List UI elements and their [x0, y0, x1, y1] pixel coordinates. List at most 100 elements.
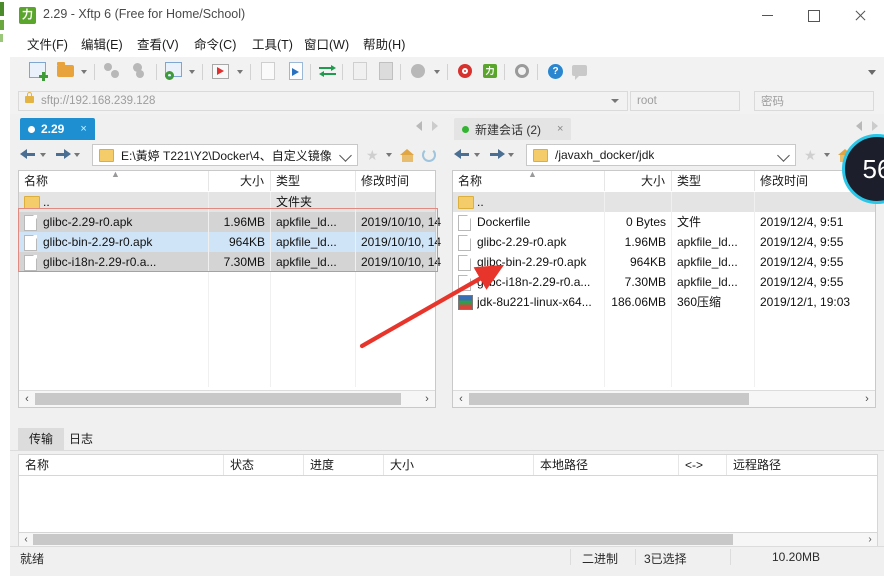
- table-row[interactable]: jdk-8u221-linux-x64... 186.06MB 360压缩 20…: [453, 292, 875, 312]
- table-row[interactable]: ..: [453, 192, 875, 212]
- local-back-dropdown-icon[interactable]: [40, 153, 46, 157]
- close-button[interactable]: [837, 0, 883, 31]
- remote-hscroll-thumb[interactable]: [469, 393, 749, 405]
- remote-forward-dropdown-icon[interactable]: [508, 153, 514, 157]
- transfer-col-localpath[interactable]: 本地路径: [534, 455, 679, 475]
- local-home-icon[interactable]: [400, 149, 415, 162]
- host-dropdown-icon[interactable]: [611, 99, 619, 103]
- transfer-hscroll-thumb[interactable]: [33, 534, 733, 545]
- xftp-icon[interactable]: 力: [480, 61, 502, 83]
- local-col-modified[interactable]: 修改时间: [356, 171, 435, 191]
- new-file-icon[interactable]: [258, 61, 280, 83]
- tab-scroll-left-icon[interactable]: [856, 121, 862, 131]
- new-session-icon[interactable]: [28, 61, 50, 83]
- remote-back-dropdown-icon[interactable]: [474, 153, 480, 157]
- local-bookmark-icon[interactable]: ★: [366, 148, 380, 162]
- transfer-col-status[interactable]: 状态: [224, 455, 304, 475]
- local-hscroll-thumb[interactable]: [35, 393, 401, 405]
- scroll-right-icon[interactable]: ›: [864, 534, 876, 545]
- local-col-type[interactable]: 类型: [271, 171, 356, 191]
- menu-item-command[interactable]: 命令(C): [191, 36, 239, 54]
- chevron-down-icon[interactable]: [777, 149, 790, 162]
- scroll-left-icon[interactable]: ‹: [21, 393, 33, 405]
- scroll-right-icon[interactable]: ›: [421, 393, 433, 405]
- remote-path-input[interactable]: /javaxh_docker/jdk: [526, 144, 796, 166]
- sync-browse-icon[interactable]: [318, 61, 340, 83]
- paste-icon[interactable]: [376, 61, 398, 83]
- link-session-icon[interactable]: [129, 61, 151, 83]
- local-bookmark-dropdown-icon[interactable]: [386, 153, 392, 157]
- run-script-icon[interactable]: [210, 61, 232, 83]
- remote-file-list[interactable]: 名称 大小 类型 修改时间 ▲ .. Dockerfile 0 Bytes 文件…: [452, 169, 876, 408]
- local-col-size[interactable]: 大小: [209, 171, 271, 191]
- local-forward-button[interactable]: [54, 147, 71, 162]
- open-folder-dropdown-icon[interactable]: [81, 70, 87, 74]
- transfer-hscrollbar[interactable]: ‹ ›: [18, 532, 878, 547]
- options-gear-icon[interactable]: [512, 61, 534, 83]
- local-file-list[interactable]: 名称 大小 类型 修改时间 ▲ .. 文件夹 glibc-2.29-r0.apk: [18, 169, 441, 408]
- table-row[interactable]: glibc-2.29-r0.apk 1.96MB apkfile_ld... 2…: [453, 232, 875, 252]
- folder-settings-icon[interactable]: [164, 61, 186, 83]
- table-row[interactable]: Dockerfile 0 Bytes 文件 2019/12/4, 9:51: [453, 212, 875, 232]
- scroll-right-icon[interactable]: ›: [861, 393, 873, 405]
- remote-hscrollbar[interactable]: ‹ ›: [453, 390, 875, 407]
- table-row[interactable]: glibc-bin-2.29-r0.apk 964KB apkfile_ld..…: [453, 252, 875, 272]
- tab-scroll-right-icon[interactable]: [872, 121, 878, 131]
- scroll-left-icon[interactable]: ‹: [455, 393, 467, 405]
- table-row[interactable]: .. 文件夹: [19, 192, 435, 212]
- table-row[interactable]: glibc-i18n-2.29-r0.a... 7.30MB apkfile_l…: [453, 272, 875, 292]
- password-input[interactable]: 密码: [754, 91, 874, 111]
- feedback-icon[interactable]: [570, 61, 592, 83]
- remote-tab-close-icon[interactable]: ×: [557, 123, 563, 135]
- username-input[interactable]: root: [630, 91, 740, 111]
- remote-bookmark-dropdown-icon[interactable]: [824, 153, 830, 157]
- table-row[interactable]: glibc-bin-2.29-r0.apk 964KB apkfile_ld..…: [19, 232, 441, 252]
- remote-back-button[interactable]: [454, 147, 471, 162]
- local-hscrollbar[interactable]: ‹ ›: [19, 390, 435, 407]
- transfer-col-progress[interactable]: 进度: [304, 455, 384, 475]
- menu-item-tools[interactable]: 工具(T): [249, 36, 296, 54]
- tab-log[interactable]: 日志: [58, 428, 104, 450]
- help-icon[interactable]: ?: [545, 61, 567, 83]
- copy-session-icon[interactable]: [102, 61, 124, 83]
- transfer-file-icon[interactable]: [286, 61, 308, 83]
- menu-item-window[interactable]: 窗口(W): [301, 36, 352, 54]
- transfer-col-size[interactable]: 大小: [384, 455, 534, 475]
- local-back-button[interactable]: [20, 147, 37, 162]
- view-mode-dropdown-icon[interactable]: [434, 70, 440, 74]
- menu-item-view[interactable]: 查看(V): [134, 36, 182, 54]
- toolbar-overflow-icon[interactable]: [868, 70, 876, 75]
- remote-tab[interactable]: 新建会话 (2) ×: [454, 118, 572, 140]
- maximize-button[interactable]: [791, 0, 837, 31]
- copy-icon[interactable]: [350, 61, 372, 83]
- local-refresh-icon[interactable]: [422, 148, 436, 162]
- remote-col-size[interactable]: 大小: [605, 171, 672, 191]
- run-script-dropdown-icon[interactable]: [237, 70, 243, 74]
- transfer-col-direction[interactable]: <->: [679, 455, 727, 475]
- tab-scroll-left-icon[interactable]: [416, 121, 422, 131]
- view-mode-icon[interactable]: [408, 61, 430, 83]
- open-folder-icon[interactable]: [56, 61, 78, 83]
- chevron-down-icon[interactable]: [339, 149, 352, 162]
- menu-item-file[interactable]: 文件(F): [24, 36, 71, 54]
- transfer-col-name[interactable]: 名称: [19, 455, 224, 475]
- local-forward-dropdown-icon[interactable]: [74, 153, 80, 157]
- menu-item-help[interactable]: 帮助(H): [360, 36, 408, 54]
- local-path-input[interactable]: E:\黃婷 T221\Y2\Docker\4、自定义镜像: [92, 144, 358, 166]
- scroll-left-icon[interactable]: ‹: [20, 534, 32, 545]
- transfer-table-body[interactable]: [18, 476, 878, 534]
- folder-settings-dropdown-icon[interactable]: [189, 70, 195, 74]
- xshell-icon[interactable]: [455, 61, 477, 83]
- menu-item-edit[interactable]: 编辑(E): [78, 36, 126, 54]
- transfer-col-remotepath[interactable]: 远程路径: [727, 455, 877, 475]
- tab-scroll-right-icon[interactable]: [432, 121, 438, 131]
- remote-bookmark-icon[interactable]: ★: [804, 148, 818, 162]
- table-row[interactable]: glibc-2.29-r0.apk 1.96MB apkfile_ld... 2…: [19, 212, 441, 232]
- local-tab[interactable]: 2.29 ×: [20, 118, 95, 140]
- local-tab-close-icon[interactable]: ×: [80, 123, 86, 135]
- remote-forward-button[interactable]: [488, 147, 505, 162]
- minimize-button[interactable]: [744, 0, 790, 31]
- host-input[interactable]: sftp://192.168.239.128: [18, 91, 628, 111]
- table-row[interactable]: glibc-i18n-2.29-r0.a... 7.30MB apkfile_l…: [19, 252, 441, 272]
- remote-col-type[interactable]: 类型: [672, 171, 755, 191]
